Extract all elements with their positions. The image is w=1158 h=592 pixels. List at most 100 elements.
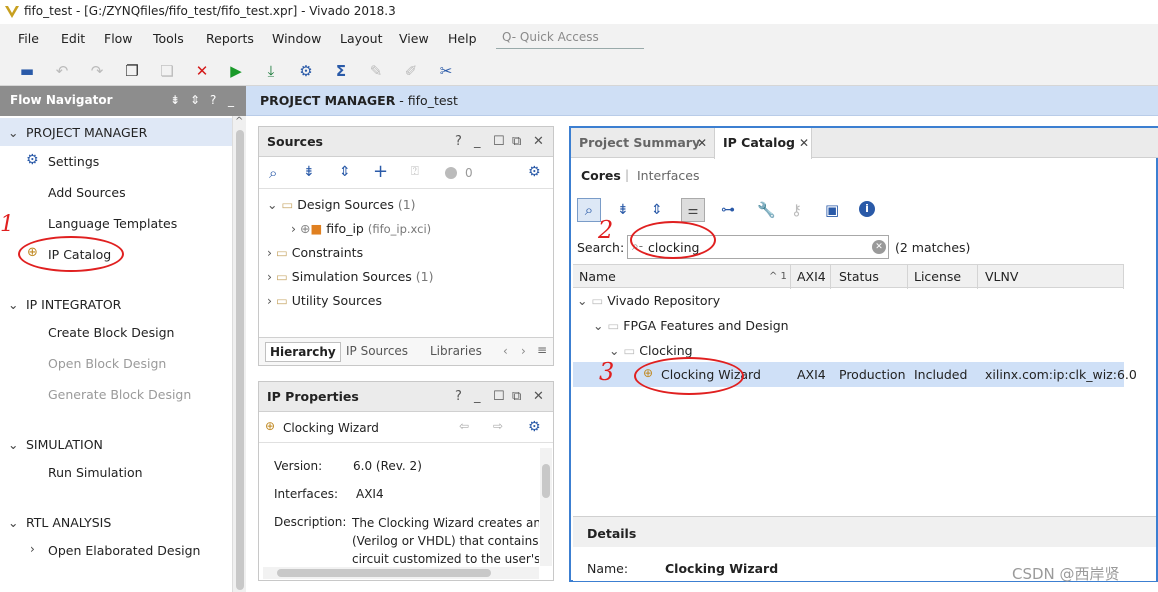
collapse-all-icon[interactable]: ⇟	[303, 164, 315, 180]
subtab-cores[interactable]: Cores	[581, 168, 621, 183]
expand-all-icon[interactable]: ⇕	[339, 164, 351, 180]
tab-menu-icon[interactable]: ≡	[537, 343, 547, 357]
open-folder-icon[interactable]: ▬	[18, 62, 36, 80]
tab-project-summary[interactable]: Project Summary ✕	[571, 128, 713, 158]
col-vlnv[interactable]: VLNV	[985, 269, 1018, 284]
menu-view[interactable]: View	[399, 31, 429, 46]
help-icon[interactable]: ?	[455, 134, 462, 149]
tab-ip-catalog[interactable]: IP Catalog ✕	[714, 128, 812, 159]
help-icon[interactable]: ?	[210, 93, 216, 107]
ip-properties-hscroll[interactable]	[263, 567, 539, 579]
settings-gear-icon[interactable]: ⚙	[297, 62, 315, 80]
scrollbar-thumb[interactable]	[277, 569, 491, 577]
nav-item-open-elaborated-design[interactable]: Open Elaborated Design	[48, 543, 200, 558]
tool-disabled-icon[interactable]: ✎	[367, 62, 385, 80]
scroll-up-icon[interactable]: ^	[235, 116, 243, 127]
scrollbar-thumb[interactable]	[236, 130, 244, 590]
float-icon[interactable]: ⧉	[512, 389, 521, 404]
info-icon[interactable]: i	[859, 201, 875, 217]
minimize-icon[interactable]: _	[474, 134, 481, 149]
close-icon[interactable]: ✕	[533, 389, 544, 404]
unknown-file-icon[interactable]: ⍰	[411, 164, 419, 179]
tab-scroll-left-icon[interactable]: ‹	[503, 344, 508, 358]
close-icon[interactable]: ✕	[533, 134, 544, 149]
chip-icon[interactable]: ▣	[825, 201, 839, 219]
expand-all-icon[interactable]: ⇕	[651, 202, 663, 218]
delete-icon[interactable]: ✕	[193, 62, 211, 80]
copy-icon[interactable]: ❐	[123, 62, 141, 80]
ip-properties-vscroll[interactable]	[540, 448, 552, 566]
cut-icon[interactable]: ✂	[437, 62, 455, 80]
nav-section-rtl-analysis[interactable]: ⌄ RTL ANALYSIS	[8, 515, 111, 530]
col-status[interactable]: Status	[839, 269, 879, 284]
filter-icon[interactable]: ⚌	[681, 198, 705, 222]
close-icon[interactable]: ✕	[799, 136, 809, 150]
program-download-icon[interactable]: ⤓	[262, 62, 280, 80]
nav-item-run-simulation[interactable]: Run Simulation	[48, 465, 143, 480]
col-license[interactable]: License	[914, 269, 961, 284]
add-icon[interactable]: +	[373, 161, 388, 182]
menu-help[interactable]: Help	[448, 31, 477, 46]
scrollbar-thumb[interactable]	[542, 464, 550, 498]
tab-hierarchy[interactable]: Hierarchy	[265, 342, 341, 362]
expand-icon[interactable]: ⇕	[190, 93, 200, 107]
col-name[interactable]: Name	[579, 269, 616, 284]
clear-search-icon[interactable]: ✕	[872, 240, 886, 254]
wrench-icon[interactable]: 🔧	[757, 201, 776, 219]
paste-icon[interactable]: ❏	[158, 62, 176, 80]
help-icon[interactable]: ?	[455, 389, 462, 404]
quick-access-field[interactable]: Q- Quick Access	[496, 27, 644, 49]
sigma-report-icon[interactable]: Σ	[332, 62, 350, 80]
nav-item-language-templates[interactable]: Language Templates	[48, 216, 177, 231]
tree-fpga-features[interactable]: ⌄ ▭ FPGA Features and Design	[593, 318, 789, 333]
col-axi4[interactable]: AXI4	[797, 269, 826, 284]
undo-icon[interactable]: ↶	[53, 62, 71, 80]
maximize-icon[interactable]: ☐	[493, 389, 505, 404]
settings-gear-icon[interactable]: ⚙	[528, 419, 541, 435]
debug-disabled-icon[interactable]: ✐	[402, 62, 420, 80]
minimize-icon[interactable]: _	[474, 389, 481, 404]
menu-tools[interactable]: Tools	[153, 31, 184, 46]
hierarchy-icon[interactable]: ⊶	[721, 202, 735, 218]
tab-ip-sources[interactable]: IP Sources	[346, 344, 408, 358]
nav-section-ip-integrator[interactable]: ⌄ IP INTEGRATOR	[8, 297, 121, 312]
nav-section-simulation[interactable]: ⌄ SIMULATION	[8, 437, 103, 452]
redo-icon[interactable]: ↷	[88, 62, 106, 80]
chevron-right-icon[interactable]: ›	[30, 542, 35, 556]
sort-ascending-icon[interactable]: ^ 1	[769, 271, 787, 282]
flow-navigator-scrollbar[interactable]: ^	[232, 116, 246, 592]
menu-layout[interactable]: Layout	[340, 31, 383, 46]
menu-edit[interactable]: Edit	[61, 31, 85, 46]
subtab-interfaces[interactable]: Interfaces	[637, 168, 699, 183]
nav-item-generate-block-design[interactable]: Generate Block Design	[48, 387, 191, 402]
nav-item-create-block-design[interactable]: Create Block Design	[48, 325, 174, 340]
settings-gear-icon[interactable]: ⚙	[528, 164, 541, 180]
key-icon[interactable]: ⚷	[791, 201, 802, 219]
menu-file[interactable]: File	[18, 31, 39, 46]
collapse-all-icon[interactable]: ⇟	[617, 202, 629, 218]
tree-simulation-sources[interactable]: › ▭ Simulation Sources (1)	[267, 269, 434, 284]
tree-constraints[interactable]: › ▭ Constraints	[267, 245, 363, 260]
collapse-all-icon[interactable]: ⇟	[170, 93, 180, 107]
back-arrow-icon[interactable]: ⇦	[459, 419, 469, 433]
tree-design-sources[interactable]: ⌄ ▭ Design Sources (1)	[267, 197, 416, 212]
float-icon[interactable]: ⧉	[512, 134, 521, 149]
menu-reports[interactable]: Reports	[206, 31, 254, 46]
nav-section-project-manager[interactable]: ⌄ PROJECT MANAGER	[8, 125, 147, 140]
tree-utility-sources[interactable]: › ▭ Utility Sources	[267, 293, 382, 308]
tree-clocking[interactable]: ⌄ ▭ Clocking	[609, 343, 693, 358]
tab-scroll-right-icon[interactable]: ›	[521, 344, 526, 358]
menu-flow[interactable]: Flow	[104, 31, 133, 46]
tree-fifo-ip[interactable]: › ⊕■ fifo_ip (fifo_ip.xci)	[291, 221, 431, 236]
forward-arrow-icon[interactable]: ⇨	[493, 419, 503, 433]
nav-item-settings[interactable]: Settings	[48, 154, 99, 169]
minimize-icon[interactable]: _	[228, 93, 234, 107]
nav-item-open-block-design[interactable]: Open Block Design	[48, 356, 166, 371]
tab-libraries[interactable]: Libraries	[430, 344, 482, 358]
nav-item-add-sources[interactable]: Add Sources	[48, 185, 126, 200]
tree-vivado-repository[interactable]: ⌄ ▭ Vivado Repository	[577, 293, 720, 308]
run-icon[interactable]: ▶	[227, 62, 245, 80]
maximize-icon[interactable]: ☐	[493, 134, 505, 149]
search-icon[interactable]: ⌕	[269, 164, 277, 182]
close-icon[interactable]: ✕	[697, 136, 707, 150]
